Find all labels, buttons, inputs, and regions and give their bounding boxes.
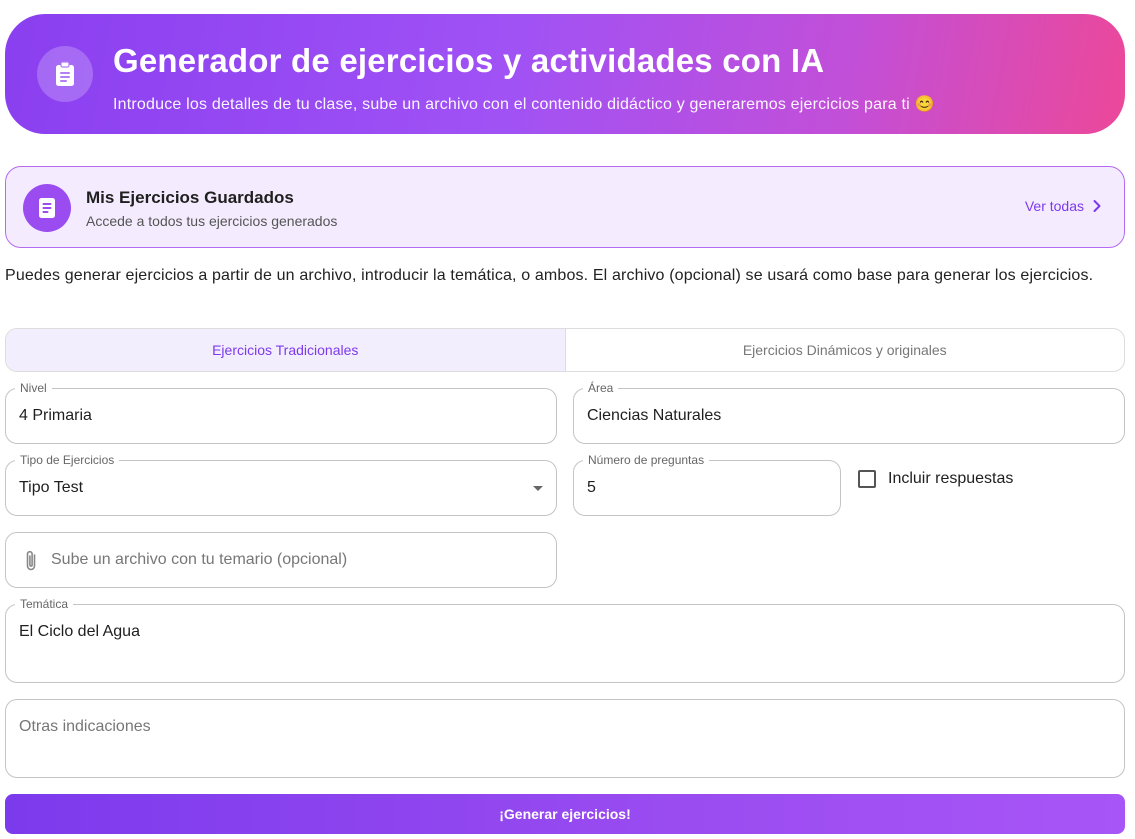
- paperclip-icon: [26, 550, 36, 571]
- include-answers-checkbox[interactable]: Incluir respuestas: [858, 470, 1013, 488]
- exercise-type-select[interactable]: Tipo de Ejercicios Tipo Test: [5, 453, 557, 516]
- saved-exercises-title: Mis Ejercicios Guardados: [86, 188, 294, 207]
- area-field[interactable]: Área Ciencias Naturales: [573, 381, 1125, 444]
- area-value: Ciencias Naturales: [587, 407, 722, 424]
- level-label: Nivel: [15, 381, 52, 395]
- tab-dynamic-exercises[interactable]: Ejercicios Dinámicos y originales: [566, 329, 1125, 371]
- include-answers-label: Incluir respuestas: [888, 470, 1014, 487]
- view-all-label: Ver todas: [1024, 198, 1084, 214]
- level-value: 4 Primaria: [19, 407, 92, 424]
- exercise-type-label: Tipo de Ejercicios: [15, 453, 120, 467]
- dropdown-arrow-icon: [533, 486, 543, 491]
- file-upload-placeholder: Sube un archivo con tu temario (opcional…: [51, 551, 348, 568]
- question-count-field[interactable]: Número de preguntas 5: [573, 453, 841, 516]
- question-count-label: Número de preguntas: [583, 453, 710, 467]
- tab-traditional-exercises[interactable]: Ejercicios Tradicionales: [6, 329, 566, 371]
- question-count-value: 5: [587, 479, 596, 496]
- exercise-type-tabs: Ejercicios Tradicionales Ejercicios Diná…: [5, 328, 1125, 372]
- file-upload-field[interactable]: Sube un archivo con tu temario (opcional…: [5, 532, 557, 588]
- page-subtitle: Introduce los detalles de tu clase, sube…: [113, 96, 935, 113]
- chevron-right-icon: [1093, 200, 1101, 212]
- intro-text: Puedes generar ejercicios a partir de un…: [5, 267, 1094, 284]
- topic-field[interactable]: Temática El Ciclo del Agua: [5, 597, 1125, 683]
- saved-exercises-subtitle: Accede a todos tus ejercicios generados: [86, 213, 338, 229]
- saved-exercises-card[interactable]: Mis Ejercicios Guardados Accede a todos …: [5, 166, 1125, 248]
- view-all-link[interactable]: Ver todas: [1025, 198, 1102, 214]
- other-instructions-placeholder: Otras indicaciones: [19, 718, 151, 735]
- topic-value: El Ciclo del Agua: [19, 623, 140, 640]
- checkbox-box[interactable]: [858, 470, 876, 488]
- generate-exercises-button[interactable]: ¡Generar ejercicios!: [5, 794, 1125, 834]
- area-label: Área: [583, 381, 619, 395]
- other-instructions-field[interactable]: Otras indicaciones: [5, 699, 1125, 778]
- level-field[interactable]: Nivel 4 Primaria: [5, 381, 557, 444]
- topic-label: Temática: [15, 597, 74, 611]
- clipboard-icon: [37, 46, 93, 102]
- document-icon: [23, 184, 71, 232]
- header-banner: Generador de ejercicios y actividades co…: [5, 14, 1125, 134]
- page-title: Generador de ejercicios y actividades co…: [113, 42, 825, 79]
- exercise-type-value: Tipo Test: [19, 479, 84, 496]
